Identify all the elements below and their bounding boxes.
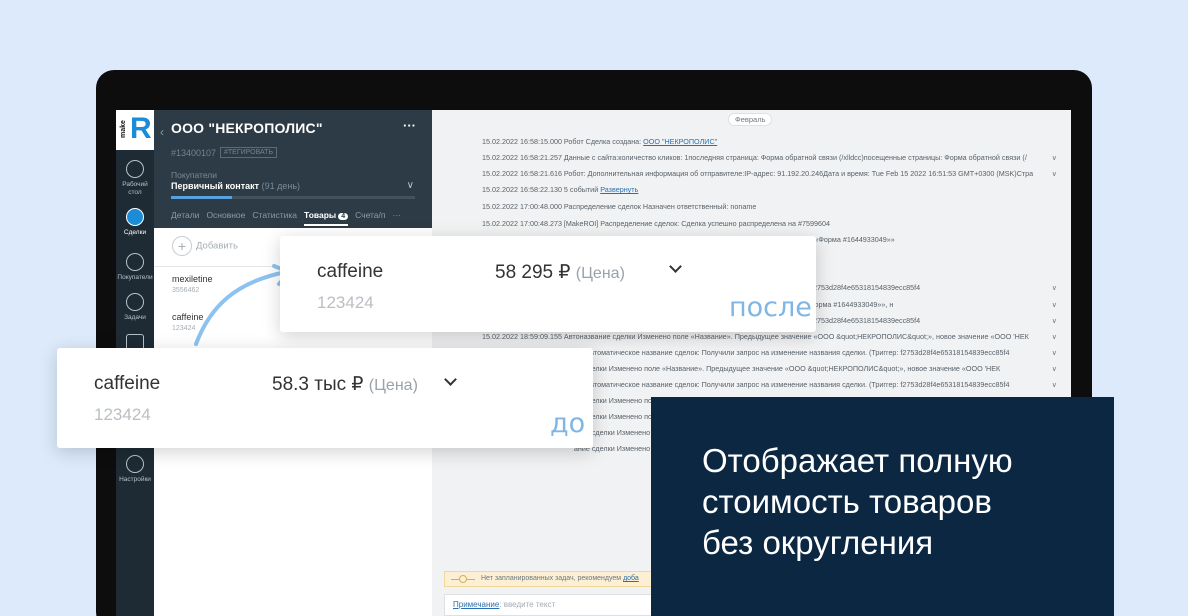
stage-progress-fill: [171, 196, 232, 199]
tab-invoices[interactable]: Счета/п: [355, 210, 385, 226]
expand-chevron-icon[interactable]: ∨: [1052, 348, 1057, 357]
tab-main[interactable]: Основное: [206, 210, 245, 226]
add-task-link[interactable]: доба: [623, 575, 639, 582]
tab-details[interactable]: Детали: [171, 210, 199, 226]
feed-row-link[interactable]: ООО "НЕКРОПОЛИС": [643, 137, 717, 146]
price-value: 58 295 ₽: [495, 262, 571, 283]
product-code: 123424: [94, 405, 151, 424]
month-divider: Февраль: [728, 113, 773, 126]
deal-title[interactable]: ООО "НЕКРОПОЛИС": [171, 120, 323, 136]
product-name: caffeine: [94, 373, 161, 394]
before-stamp: до: [550, 408, 586, 439]
chevron-down-icon[interactable]: ∨: [407, 180, 414, 191]
caption-line-3: без округления: [702, 524, 934, 561]
feed-row: 15.02.2022 16:58:21.616 Робот: Дополните…: [482, 169, 1057, 178]
settings-icon: [126, 455, 144, 473]
rail-label: Задачи: [124, 314, 146, 321]
feed-row-text: 15.02.2022 16:58:22.130 5 событий: [482, 185, 601, 194]
feed-row-text: 15.02.2022 17:00:48.000 Распределение сд…: [482, 202, 757, 211]
feed-row: 15.02.2022 17:00:48.273 [MakeROI] Распре…: [482, 219, 1057, 228]
price-value: 58.3 тыс ₽: [272, 374, 364, 395]
rail-item-deals[interactable]: Сделки: [116, 208, 154, 237]
feed-row-text: 15.02.2022 16:58:21.257 Данные с сайта:к…: [482, 153, 1027, 162]
feed-row: 15.02.2022 16:58:15.000 Робот Сделка соз…: [482, 137, 1057, 146]
caption-line-1: Отображает полную: [702, 442, 1013, 479]
feed-row-text: 15.02.2022 16:58:15.000 Робот Сделка соз…: [482, 137, 644, 146]
expand-chevron-icon[interactable]: ∨: [1052, 283, 1057, 292]
deal-id: #13400107: [171, 148, 217, 158]
rail-item-settings[interactable]: Настройки: [116, 455, 154, 484]
product-price: 58 295 ₽ (Цена): [495, 261, 625, 284]
pipeline-name: Покупатели: [171, 170, 217, 180]
expand-chevron-icon[interactable]: ∨: [1052, 364, 1057, 373]
expand-chevron-icon[interactable]: ∨: [1052, 380, 1057, 389]
deal-tabs: Детали Основное Статистика Товары 4 Счета…: [171, 210, 431, 226]
tag-button[interactable]: #ТЕГИРОВАТЬ: [220, 147, 278, 158]
stage-select[interactable]: Первичный контакт (91 день): [171, 181, 300, 191]
plus-icon: +: [172, 236, 192, 256]
after-stamp: после: [729, 292, 812, 323]
feed-row: 15.02.2022 16:58:22.130 5 событий Развер…: [482, 185, 1057, 194]
caption-line-2: стоимость товаров: [702, 483, 992, 520]
feed-row-link[interactable]: Развернуть: [600, 185, 638, 194]
rail-label-2: стол: [128, 189, 142, 196]
rail-item-tasks[interactable]: Задачи: [116, 293, 154, 322]
feed-row: 15.02.2022 17:00:48.000 Распределение сд…: [482, 202, 1057, 211]
note-type-link[interactable]: Примечание: [453, 600, 499, 609]
tab-badge: 4: [338, 213, 349, 220]
tasks-icon: [126, 293, 144, 311]
customers-icon: [126, 253, 144, 271]
product-code: 123424: [317, 293, 374, 312]
app-logo[interactable]: make R: [116, 110, 154, 150]
notice-text: Нет запланированных задач, рекомендуем: [481, 575, 624, 582]
product-name: caffeine: [317, 261, 384, 282]
logo-letter: R: [130, 112, 152, 145]
feed-row-text: 15.02.2022 17:00:48.273 [MakeROI] Распре…: [482, 219, 830, 228]
note-placeholder: : введите текст: [499, 600, 556, 609]
chevron-down-icon[interactable]: [669, 260, 682, 273]
rail-label: Сделки: [123, 229, 147, 236]
stage-progress: [171, 196, 415, 199]
back-chevron-icon[interactable]: ‹: [160, 125, 164, 139]
clock-icon: [459, 575, 467, 583]
tab-products-label: Товары: [304, 210, 337, 220]
rail-label: Рабочий: [122, 181, 148, 188]
expand-chevron-icon[interactable]: ∨: [1052, 332, 1057, 341]
chevron-down-icon[interactable]: [444, 373, 457, 386]
feed-row-text: 15.02.2022 18:59:09.155 Автоназвание сде…: [482, 332, 1029, 341]
add-label: Добавить: [196, 240, 238, 252]
logo-word: make: [120, 120, 127, 138]
rail-label: Покупатели: [117, 274, 153, 281]
dashboard-icon: [126, 160, 144, 178]
tab-products[interactable]: Товары 4: [304, 210, 349, 226]
price-label: (Цена): [575, 265, 625, 282]
product-price: 58.3 тыс ₽ (Цена): [272, 373, 418, 396]
add-product-button[interactable]: + Добавить: [172, 236, 238, 256]
caption-box: Отображает полную стоимость товаров без …: [651, 397, 1114, 616]
expand-chevron-icon[interactable]: ∨: [1052, 169, 1057, 178]
feed-row-text: 15.02.2022 16:58:21.616 Робот: Дополните…: [482, 169, 1034, 178]
rail-item-customers[interactable]: Покупатели: [116, 253, 154, 282]
expand-chevron-icon[interactable]: ∨: [1052, 153, 1057, 162]
expand-chevron-icon[interactable]: ∨: [1052, 300, 1057, 309]
tab-statistics[interactable]: Статистика: [252, 210, 297, 226]
expand-chevron-icon[interactable]: ∨: [1052, 316, 1057, 325]
rail-item-dashboard[interactable]: Рабочий стол: [116, 160, 154, 197]
stage-name: Первичный контакт: [171, 181, 260, 191]
deals-icon: [126, 208, 144, 226]
more-tabs-icon[interactable]: ···: [393, 210, 402, 226]
stage-days: (91 день): [261, 181, 300, 191]
product-card-before: caffeine 123424 58.3 тыс ₽ (Цена) до: [57, 348, 593, 448]
product-card-after: caffeine 123424 58 295 ₽ (Цена) после: [280, 236, 816, 332]
more-menu-icon[interactable]: ···: [403, 118, 416, 133]
rail-label: Настройки: [119, 476, 151, 483]
price-label: (Цена): [368, 377, 418, 394]
feed-row: 15.02.2022 16:58:21.257 Данные с сайта:к…: [482, 153, 1057, 162]
feed-row: 15.02.2022 18:59:09.155 Автоназвание сде…: [482, 332, 1057, 341]
note-input[interactable]: Примечание: введите текст: [444, 594, 674, 616]
